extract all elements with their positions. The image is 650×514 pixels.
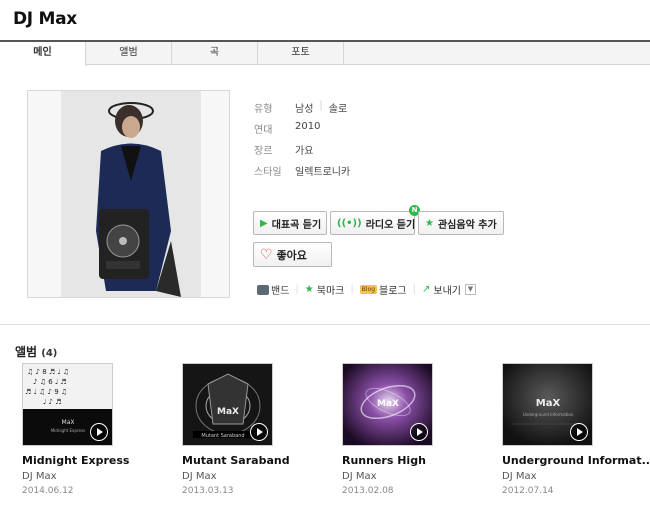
info-solo: 솔로: [328, 104, 348, 115]
album-card[interactable]: MaX Mutant Saraband Mutant Saraband DJ M…: [182, 363, 322, 496]
cover-title-text: MaX: [536, 398, 561, 409]
share-blog[interactable]: Blog 블로그: [359, 282, 407, 297]
info-type-label: 유형: [254, 104, 273, 115]
album-card[interactable]: MaX Underground Information Underground …: [502, 363, 650, 496]
svg-text:♩ ♪ ♬: ♩ ♪ ♬: [43, 398, 62, 406]
share-bookmark[interactable]: ★ 북마크: [305, 282, 345, 297]
share-bar: 밴드 | ★ 북마크 | Blog 블로그 | ↗ 보내기 ▼: [257, 282, 476, 297]
send-arrow-icon: ↗: [421, 284, 431, 295]
info-era-label: 연대: [254, 125, 273, 136]
album-artist[interactable]: DJ Max: [22, 471, 162, 482]
tab-main[interactable]: 메인: [0, 42, 86, 66]
album-cover[interactable]: MaX: [342, 363, 433, 446]
albums-count: (4): [41, 348, 58, 359]
album-cover[interactable]: ♫ ♪ 8 ♬ ♩ ♫ ♪ ♫ 6 ♩ ♬ ♬ ♩ ♫ ♪ 9 ♫ ♩ ♪ ♬ …: [22, 363, 113, 446]
page-title: DJ Max: [13, 9, 77, 29]
tab-photo[interactable]: 포토: [258, 42, 344, 65]
info-gender: 남성: [295, 104, 314, 115]
play-representative-label: 대표곡 듣기: [271, 219, 322, 231]
play-triangle-icon: ▶: [260, 217, 268, 229]
album-artist[interactable]: DJ Max: [502, 471, 642, 482]
album-name[interactable]: Mutant Saraband: [182, 454, 322, 467]
tab-songs[interactable]: 곡: [172, 42, 258, 65]
star-icon: ★: [425, 217, 434, 229]
cover-sub-text: Mutant Saraband: [201, 433, 244, 439]
svg-text:♪ ♫ 6 ♩ ♬: ♪ ♫ 6 ♩ ♬: [33, 378, 67, 386]
albums-section-title: 앨범 (4): [15, 343, 57, 360]
album-card[interactable]: ♫ ♪ 8 ♬ ♩ ♫ ♪ ♫ 6 ♩ ♬ ♬ ♩ ♫ ♪ 9 ♫ ♩ ♪ ♬ …: [22, 363, 162, 496]
share-bookmark-label: 북마크: [316, 286, 345, 297]
share-divider: |: [412, 284, 416, 295]
album-date: 2012.07.14: [502, 486, 554, 496]
add-favorite-button[interactable]: ★ 관심음악 추가: [418, 211, 504, 235]
albums-title: 앨범: [15, 345, 38, 359]
radio-label: 라디오 듣기: [365, 219, 416, 231]
play-icon[interactable]: [90, 423, 108, 441]
play-icon[interactable]: [410, 423, 428, 441]
artist-info: 유형 남성 | 솔로 연대 2010 장르 가요 스타일 일렉트로니카: [254, 100, 350, 184]
radio-signal-icon: ((•)): [337, 217, 362, 229]
share-blog-label: 블로그: [379, 286, 407, 297]
cover-title-text: MaX: [377, 399, 399, 409]
artist-photo[interactable]: [61, 91, 201, 297]
blog-icon: Blog: [359, 285, 377, 294]
album-cover[interactable]: MaX Underground Information: [502, 363, 593, 446]
info-style-label: 스타일: [254, 167, 282, 178]
share-send[interactable]: ↗ 보내기 ▼: [422, 282, 476, 297]
album-date: 2013.02.08: [342, 486, 394, 496]
play-icon[interactable]: [250, 423, 268, 441]
play-representative-button[interactable]: ▶ 대표곡 듣기: [253, 211, 327, 235]
section-divider: [0, 324, 650, 325]
album-name[interactable]: Midnight Express: [22, 454, 162, 467]
cover-sub-text: Midnight Express: [51, 428, 85, 433]
cover-title-text: MaX: [217, 407, 239, 417]
album-artist[interactable]: DJ Max: [342, 471, 482, 482]
svg-text:♬ ♩ ♫ ♪ 9 ♫: ♬ ♩ ♫ ♪ 9 ♫: [25, 388, 67, 396]
album-name[interactable]: Runners High: [342, 454, 482, 467]
cover-sub-text: Underground Information: [523, 412, 574, 417]
album-artist[interactable]: DJ Max: [182, 471, 322, 482]
share-divider: |: [350, 284, 354, 295]
album-name[interactable]: Underground Informat..: [502, 454, 650, 467]
artist-photo-art: [61, 91, 201, 297]
like-label: 좋아요: [276, 248, 307, 262]
share-band-label: 밴드: [271, 286, 290, 297]
share-divider: |: [295, 284, 299, 295]
svg-text:♫ ♪ 8 ♬ ♩ ♫: ♫ ♪ 8 ♬ ♩ ♫: [27, 368, 69, 376]
album-date: 2013.03.13: [182, 486, 234, 496]
bookmark-star-icon: ★: [304, 284, 314, 295]
album-cover[interactable]: MaX Mutant Saraband: [182, 363, 273, 446]
info-era: 2010: [295, 121, 321, 132]
radio-button[interactable]: ((•)) 라디오 듣기: [330, 211, 415, 235]
info-genre-label: 장르: [254, 146, 273, 157]
cover-title-text: MaX: [62, 419, 75, 426]
like-button[interactable]: ♡ 좋아요: [253, 242, 332, 267]
chevron-down-icon[interactable]: ▼: [464, 284, 476, 295]
band-icon: [257, 284, 269, 295]
info-genre: 가요: [295, 146, 314, 157]
info-style: 일렉트로니카: [295, 167, 351, 178]
artist-photo-frame: [27, 90, 230, 298]
tab-bar: 메인 앨범 곡 포토: [0, 40, 650, 66]
heart-icon: ♡: [260, 246, 273, 263]
play-icon[interactable]: [570, 423, 588, 441]
share-band[interactable]: 밴드: [257, 282, 289, 297]
add-favorite-label: 관심음악 추가: [437, 219, 497, 231]
share-send-label: 보내기: [433, 286, 461, 297]
tab-album[interactable]: 앨범: [86, 42, 172, 65]
info-separator: |: [319, 100, 323, 111]
album-date: 2014.06.12: [22, 486, 74, 496]
album-card[interactable]: MaX Runners High DJ Max 2013.02.08: [342, 363, 482, 496]
